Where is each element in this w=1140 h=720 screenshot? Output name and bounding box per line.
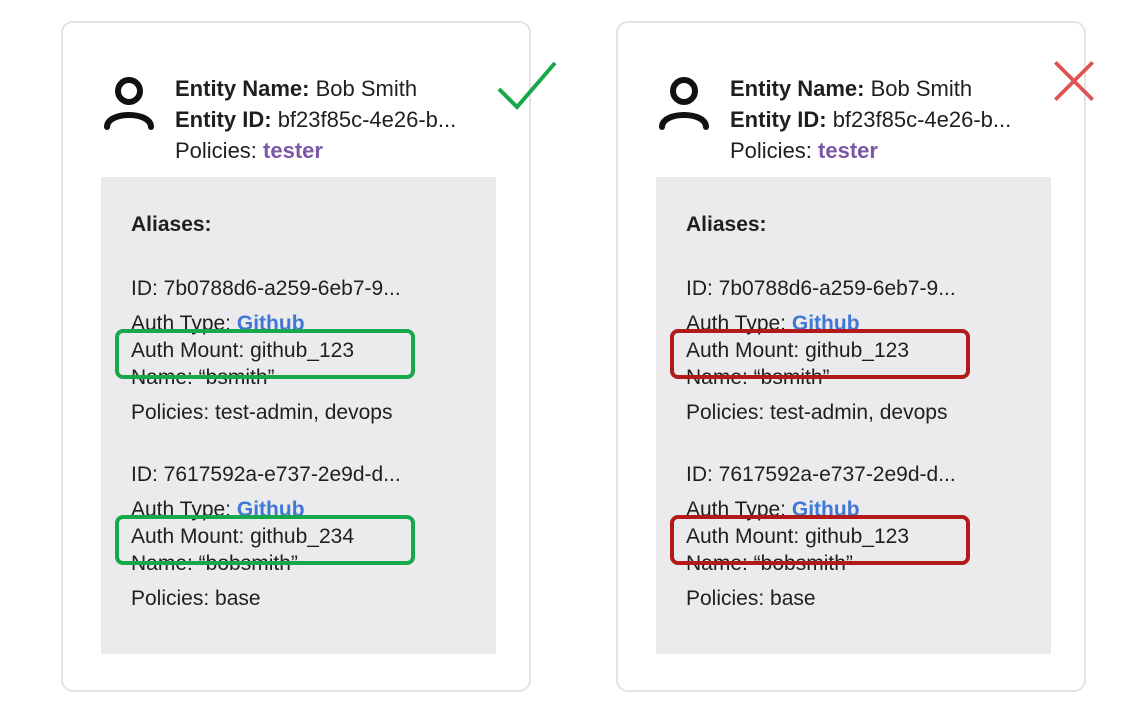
entity-id-row: Entity ID: bf23f85c-4e26-b... [175,104,456,135]
alias-entry: ID: 7617592a-e737-2e9d-d... Auth Type: G… [670,459,970,614]
check-icon [497,61,557,110]
alias-auth-mount: Auth Mount: github_234 [131,521,401,552]
alias-auth-type: Auth Type: Github [131,312,305,335]
alias-id: ID: 7b0788d6-a259-6eb7-9... [686,277,956,300]
entity-name-row: Entity Name: Bob Smith [175,73,456,104]
alias-name: Name: “bsmith” [686,366,830,389]
aliases-title: Aliases: [686,213,767,236]
alias-policies: Policies: test-admin, devops [131,401,393,424]
entity-id-row: Entity ID: bf23f85c-4e26-b... [730,104,1011,135]
user-icon [104,77,154,130]
entity-policies-row: Policies: tester [730,135,1011,166]
alias-name: Name: “bsmith” [131,366,275,389]
entity-name-value: Bob Smith [315,76,418,101]
entity-name-label: Entity Name: [175,76,310,101]
entity-policies-row: Policies: tester [175,135,456,166]
entity-info: Entity Name: Bob Smith Entity ID: bf23f8… [730,73,1011,166]
alias-auth-type: Auth Type: Github [686,312,860,335]
alias-policies: Policies: base [686,587,816,610]
alias-id: ID: 7617592a-e737-2e9d-d... [131,463,401,486]
entity-card-incorrect: Entity Name: Bob Smith Entity ID: bf23f8… [616,21,1094,692]
alias-entry: ID: 7617592a-e737-2e9d-d... Auth Type: G… [115,459,415,614]
entity-policies-value: tester [263,138,323,163]
alias-auth-type: Auth Type: Github [131,498,305,521]
aliases-title: Aliases: [131,213,212,236]
entity-id-label: Entity ID: [175,107,272,132]
alias-auth-mount: Auth Mount: github_123 [686,521,956,552]
entity-id-value: bf23f85c-4e26-b... [832,107,1012,132]
alias-auth-mount: Auth Mount: github_123 [686,335,956,366]
alias-auth-mount: Auth Mount: github_123 [131,335,401,366]
entity-name-label: Entity Name: [730,76,865,101]
entity-id-value: bf23f85c-4e26-b... [277,107,457,132]
x-icon [1054,61,1094,101]
alias-auth-type: Auth Type: Github [686,498,860,521]
entity-name-row: Entity Name: Bob Smith [730,73,1011,104]
entity-card-correct: Entity Name: Bob Smith Entity ID: bf23f8… [61,21,557,692]
entity-name-value: Bob Smith [870,76,973,101]
entity-policies-label: Policies: [175,138,257,163]
entity-policies-value: tester [818,138,878,163]
aliases-panel: Aliases: ID: 7b0788d6-a259-6eb7-9... Aut… [101,177,496,654]
alias-policies: Policies: base [131,587,261,610]
alias-entry: ID: 7b0788d6-a259-6eb7-9... Auth Type: G… [670,273,970,428]
alias-entry: ID: 7b0788d6-a259-6eb7-9... Auth Type: G… [115,273,415,428]
alias-policies: Policies: test-admin, devops [686,401,948,424]
entity-policies-label: Policies: [730,138,812,163]
entity-info: Entity Name: Bob Smith Entity ID: bf23f8… [175,73,456,166]
alias-id: ID: 7617592a-e737-2e9d-d... [686,463,956,486]
alias-id: ID: 7b0788d6-a259-6eb7-9... [131,277,401,300]
alias-name: Name: “bobsmith” [686,552,853,575]
alias-name: Name: “bobsmith” [131,552,298,575]
user-icon [659,77,709,130]
aliases-panel: Aliases: ID: 7b0788d6-a259-6eb7-9... Aut… [656,177,1051,654]
entity-id-label: Entity ID: [730,107,827,132]
